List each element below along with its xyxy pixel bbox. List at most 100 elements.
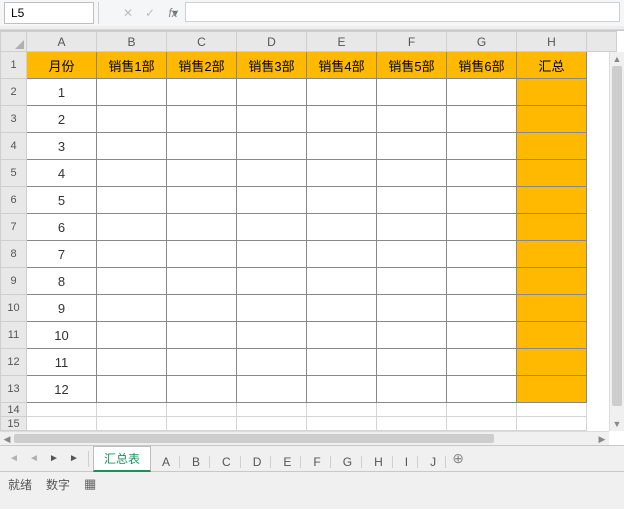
cell[interactable]: 1 — [27, 79, 97, 106]
row-header[interactable]: 8 — [1, 241, 27, 268]
cell[interactable] — [167, 376, 237, 403]
add-sheet-button[interactable]: ⊕ — [447, 450, 469, 467]
row-header[interactable]: 4 — [1, 133, 27, 160]
cell[interactable] — [377, 417, 447, 431]
column-header[interactable]: G — [447, 32, 517, 52]
cell[interactable] — [517, 403, 587, 417]
cell[interactable] — [377, 160, 447, 187]
cell[interactable] — [307, 268, 377, 295]
cell[interactable] — [97, 417, 167, 431]
sheet-tab[interactable]: H — [363, 451, 394, 472]
vertical-scroll-thumb[interactable] — [612, 66, 622, 406]
cell[interactable] — [167, 160, 237, 187]
macro-record-icon[interactable]: ▦ — [84, 476, 96, 492]
cell[interactable] — [307, 417, 377, 431]
cell[interactable] — [97, 106, 167, 133]
table-header-cell[interactable]: 销售2部 — [167, 52, 237, 79]
cell[interactable] — [167, 417, 237, 431]
cell[interactable] — [307, 322, 377, 349]
cell[interactable] — [447, 241, 517, 268]
cell[interactable] — [237, 349, 307, 376]
cell[interactable] — [377, 187, 447, 214]
cell[interactable] — [167, 322, 237, 349]
cell[interactable]: 11 — [27, 349, 97, 376]
column-header[interactable]: B — [97, 32, 167, 52]
row-header[interactable]: 5 — [1, 160, 27, 187]
cell[interactable] — [167, 268, 237, 295]
cell[interactable] — [237, 268, 307, 295]
sheet-tab[interactable]: E — [272, 451, 302, 472]
cell[interactable] — [97, 241, 167, 268]
sheet-tab[interactable]: I — [394, 451, 419, 472]
scroll-down-icon[interactable]: ▼ — [610, 417, 624, 431]
scroll-up-icon[interactable]: ▲ — [610, 52, 624, 66]
select-all-corner[interactable] — [1, 32, 27, 52]
cell[interactable]: 3 — [27, 133, 97, 160]
sheet-tab[interactable]: J — [419, 451, 447, 472]
cell[interactable] — [377, 133, 447, 160]
name-box-container[interactable]: ▾ — [4, 2, 94, 24]
row-header[interactable]: 7 — [1, 214, 27, 241]
scroll-right-icon[interactable]: ▶ — [595, 432, 609, 446]
column-header[interactable]: H — [517, 32, 587, 52]
cell[interactable] — [517, 376, 587, 403]
row-header[interactable]: 13 — [1, 376, 27, 403]
scroll-left-icon[interactable]: ◀ — [0, 432, 14, 446]
cell[interactable] — [237, 322, 307, 349]
cell[interactable] — [377, 106, 447, 133]
cell[interactable] — [517, 214, 587, 241]
table-header-cell[interactable]: 销售6部 — [447, 52, 517, 79]
cell[interactable] — [517, 322, 587, 349]
vertical-scrollbar[interactable]: ▲ ▼ — [609, 52, 624, 431]
cell[interactable] — [237, 241, 307, 268]
sheet-tab[interactable]: B — [181, 451, 211, 472]
cell[interactable] — [97, 133, 167, 160]
cell[interactable] — [27, 417, 97, 431]
column-header[interactable]: A — [27, 32, 97, 52]
cell[interactable] — [97, 349, 167, 376]
row-header[interactable]: 11 — [1, 322, 27, 349]
table-header-cell[interactable]: 销售1部 — [97, 52, 167, 79]
cell[interactable] — [237, 79, 307, 106]
row-header[interactable]: 3 — [1, 106, 27, 133]
cell[interactable] — [167, 187, 237, 214]
cell[interactable] — [517, 187, 587, 214]
cell[interactable] — [307, 79, 377, 106]
cell[interactable] — [97, 376, 167, 403]
cell[interactable] — [377, 241, 447, 268]
cell[interactable] — [377, 214, 447, 241]
cell[interactable] — [447, 268, 517, 295]
cell[interactable] — [447, 187, 517, 214]
cell[interactable] — [237, 106, 307, 133]
table-header-cell[interactable]: 销售5部 — [377, 52, 447, 79]
cell[interactable] — [517, 160, 587, 187]
cell[interactable] — [237, 376, 307, 403]
cell[interactable] — [307, 349, 377, 376]
cell[interactable] — [517, 268, 587, 295]
cell[interactable] — [307, 376, 377, 403]
cell[interactable] — [517, 133, 587, 160]
cell[interactable] — [307, 106, 377, 133]
row-header[interactable]: 14 — [1, 403, 27, 417]
table-header-cell[interactable]: 月份 — [27, 52, 97, 79]
sheet-tab[interactable]: A — [151, 451, 181, 472]
table-header-cell[interactable]: 销售3部 — [237, 52, 307, 79]
row-header[interactable]: 2 — [1, 79, 27, 106]
cell[interactable] — [237, 403, 307, 417]
cell[interactable] — [447, 214, 517, 241]
cell[interactable] — [97, 403, 167, 417]
cell[interactable] — [237, 214, 307, 241]
cell[interactable] — [237, 295, 307, 322]
horizontal-scroll-thumb[interactable] — [14, 434, 494, 443]
cell[interactable] — [447, 376, 517, 403]
cell[interactable] — [97, 295, 167, 322]
cell[interactable] — [447, 133, 517, 160]
sheet-tab[interactable]: C — [211, 451, 242, 472]
cell[interactable] — [97, 79, 167, 106]
tab-nav-next-icon[interactable]: ► — [44, 448, 64, 470]
row-header[interactable]: 9 — [1, 268, 27, 295]
cell[interactable] — [97, 160, 167, 187]
spreadsheet-grid[interactable]: ABCDEFGH1月份销售1部销售2部销售3部销售4部销售5部销售6部汇总213… — [0, 31, 624, 446]
cell[interactable] — [97, 268, 167, 295]
cell[interactable] — [237, 187, 307, 214]
